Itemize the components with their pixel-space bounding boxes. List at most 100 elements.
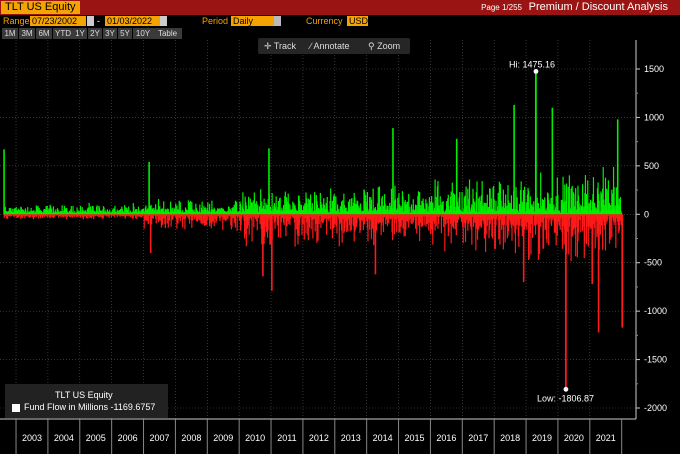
flow-bar-positive [592,177,595,215]
flow-bar-negative [288,214,290,224]
flow-bar-negative [462,214,464,244]
y-tick-label: 1500 [644,64,664,74]
flow-bar-negative [248,214,250,235]
flow-bar-positive [402,196,404,215]
flow-bar-positive [587,180,589,215]
flow-bar-negative [164,214,167,229]
y-tick-label: 500 [644,161,659,171]
flow-bar-positive [3,149,5,215]
flow-bar-negative [502,214,504,250]
flow-bar-negative [594,214,596,249]
range-button-table[interactable]: Table [153,28,182,39]
range-button-10y[interactable]: 10Y [133,28,153,39]
low-marker [563,386,569,392]
flow-bar-negative [532,214,534,239]
flow-bar-negative [570,214,572,262]
flow-bar-positive [476,181,478,215]
flow-bar-negative [265,214,268,232]
flow-bar-negative [608,214,611,244]
period-select[interactable]: Daily [231,16,275,26]
range-label: Range [3,16,30,26]
x-tick-label: 2016 [436,433,456,443]
page-info: Page 1/255 [481,3,522,12]
x-tick-label: 2014 [373,433,393,443]
flow-bar-negative [377,214,379,224]
flow-bar-positive [557,194,559,215]
flow-bar-negative [568,214,570,227]
flow-bar-negative [440,214,443,234]
high-marker [533,69,539,74]
flow-bar-positive [392,128,394,215]
flow-bar-negative [411,214,413,225]
track-tool[interactable]: ✛ Track [264,38,296,54]
x-tick-label: 2005 [86,433,106,443]
flow-bar-negative [262,214,264,277]
flow-bar-positive [253,192,255,215]
legend-series: Fund Flow in Millions -1169.6757 [24,402,155,412]
flow-bar-positive [439,196,441,215]
high-annotation: Hi: 1475.16 [509,59,555,69]
flow-bar-negative [166,214,168,224]
legend-swatch [12,404,20,412]
range-button-6m[interactable]: 6M [36,28,52,39]
flow-bar-negative [491,214,494,239]
flow-bar-positive [279,197,281,215]
date-separator: - [97,16,100,26]
chart-legend[interactable]: TLT US Equity Fund Flow in Millions -116… [5,384,168,418]
legend-last-value: -1169.6757 [110,402,156,412]
start-date-field[interactable]: 07/23/2002 [30,16,86,26]
flow-bar-positive [589,199,592,215]
flow-bar-negative [374,214,377,275]
y-tick-label: 1000 [644,112,664,122]
flow-bar-positive [461,192,463,215]
flow-bar-positive [478,198,480,215]
period-dropdown-icon[interactable] [274,16,281,26]
flow-bar-negative [177,214,179,224]
ticker-label[interactable]: TLT US Equity [1,1,80,14]
flow-bar-positive [451,182,453,215]
range-button-5y[interactable]: 5Y [118,28,132,39]
period-label: Period [202,16,229,26]
x-tick-label: 2011 [277,433,296,443]
flow-bar-positive [271,193,273,215]
y-tick-label: -2000 [644,403,667,413]
x-tick-label: 2010 [245,433,265,443]
currency-field[interactable]: USD [347,16,368,26]
range-button-3y[interactable]: 3Y [103,28,117,39]
flow-bar-negative [416,214,418,234]
flow-bar-positive [425,199,427,215]
flow-bar-negative [317,214,319,241]
annotate-tool[interactable]: ∕ Annotate [310,38,350,54]
start-date-calendar-icon[interactable] [87,16,94,26]
flow-bar-negative [302,214,304,225]
flow-bar-positive [467,188,469,215]
range-button-2y[interactable]: 2Y [88,28,102,39]
flow-bar-high [534,71,537,215]
range-button-1m[interactable]: 1M [2,28,18,39]
end-date-field[interactable]: 01/03/2022 [105,16,161,26]
flow-bar-negative [584,214,586,243]
flow-bar-negative [511,214,513,241]
flow-bar-positive [408,193,410,215]
flow-bar-positive [598,200,600,215]
flow-bar-negative [589,214,591,230]
flow-bar-negative [373,214,375,246]
flow-bar-positive [309,194,312,215]
range-button-3m[interactable]: 3M [19,28,35,39]
flow-bar-negative [580,214,582,233]
flow-bar-positive [616,119,619,215]
flow-bar-positive [394,199,397,215]
x-tick-label: 2019 [532,433,552,443]
end-date-calendar-icon[interactable] [160,16,167,26]
flow-bar-negative [428,214,430,231]
x-tick-label: 2009 [213,433,233,443]
flow-bar-negative [251,214,253,242]
range-button-ytd[interactable]: YTD [53,28,73,39]
zoom-tool[interactable]: ⚲ Zoom [368,38,400,54]
range-button-1y[interactable]: 1Y [73,28,87,39]
y-tick-label: -1000 [644,306,667,316]
x-tick-label: 2007 [149,433,169,443]
annotate-label: Annotate [313,41,350,51]
flow-bar-positive [568,175,570,215]
flow-bar-positive [565,183,568,215]
